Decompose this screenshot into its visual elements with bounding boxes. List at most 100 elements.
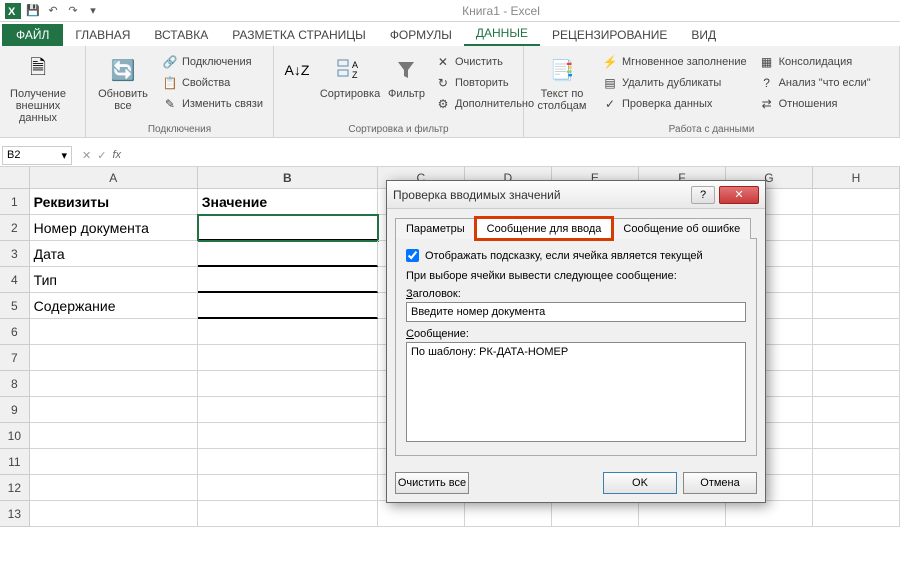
cell[interactable] — [813, 449, 900, 475]
edit-links-button[interactable]: ✎Изменить связи — [158, 94, 267, 114]
properties-button[interactable]: 📋Свойства — [158, 73, 267, 93]
cell-b1[interactable]: Значение — [198, 189, 378, 215]
cell[interactable] — [198, 397, 378, 423]
tab-pagelayout[interactable]: РАЗМЕТКА СТРАНИЦЫ — [220, 24, 378, 46]
cell[interactable] — [813, 241, 900, 267]
cell[interactable] — [198, 501, 378, 527]
cell[interactable] — [726, 501, 813, 527]
cell[interactable] — [813, 189, 900, 215]
whatif-button[interactable]: ?Анализ "что если" — [755, 73, 875, 93]
cell[interactable] — [30, 319, 198, 345]
cell[interactable] — [30, 423, 198, 449]
col-header-b[interactable]: B — [198, 167, 378, 189]
chevron-down-icon[interactable]: ▾ — [61, 149, 67, 162]
cell[interactable] — [30, 345, 198, 371]
col-header-a[interactable]: A — [30, 167, 198, 189]
cell[interactable] — [552, 501, 639, 527]
row-header-8[interactable]: 8 — [0, 371, 30, 397]
row-header-4[interactable]: 4 — [0, 267, 30, 293]
row-header-13[interactable]: 13 — [0, 501, 30, 527]
row-header-11[interactable]: 11 — [0, 449, 30, 475]
tab-home[interactable]: ГЛАВНАЯ — [63, 24, 142, 46]
cell[interactable] — [465, 501, 552, 527]
cancel-button[interactable]: Отмена — [683, 472, 757, 494]
dialog-tab-error[interactable]: Сообщение об ошибке — [612, 218, 751, 239]
cell[interactable] — [813, 215, 900, 241]
cell[interactable] — [30, 475, 198, 501]
connections-button[interactable]: 🔗Подключения — [158, 52, 267, 72]
cell[interactable] — [198, 449, 378, 475]
dialog-title-bar[interactable]: Проверка вводимых значений ? ✕ — [387, 181, 765, 209]
clear-all-button[interactable]: Очистить все — [395, 472, 469, 494]
flash-fill-button[interactable]: ⚡Мгновенное заполнение — [598, 52, 751, 72]
cell-b2[interactable] — [198, 215, 378, 241]
redo-icon[interactable]: ↷ — [64, 2, 82, 20]
header-input[interactable] — [406, 302, 746, 322]
consolidate-button[interactable]: ▦Консолидация — [755, 52, 875, 72]
cell[interactable] — [813, 371, 900, 397]
refresh-all-button[interactable]: 🔄 Обновить все — [92, 52, 154, 114]
cell-a4[interactable]: Тип — [30, 267, 198, 293]
dialog-tab-input-msg[interactable]: Сообщение для ввода — [476, 218, 613, 239]
show-hint-checkbox[interactable]: Отображать подсказку, если ячейка являет… — [406, 249, 746, 262]
cancel-formula-icon[interactable]: ✕ — [82, 149, 91, 162]
show-hint-checkbox-input[interactable] — [406, 249, 419, 262]
cell[interactable] — [30, 449, 198, 475]
cell[interactable] — [30, 371, 198, 397]
cell-a2[interactable]: Номер документа — [30, 215, 198, 241]
row-header-10[interactable]: 10 — [0, 423, 30, 449]
cell[interactable] — [813, 501, 900, 527]
qat-dropdown-icon[interactable]: ▾ — [84, 2, 102, 20]
cell[interactable] — [813, 475, 900, 501]
sort-button[interactable]: AZ Сортировка — [318, 52, 382, 102]
cell[interactable] — [813, 267, 900, 293]
advanced-button[interactable]: ⚙Дополнительно — [431, 94, 538, 114]
tab-review[interactable]: РЕЦЕНЗИРОВАНИЕ — [540, 24, 679, 46]
relationships-button[interactable]: ⇄Отношения — [755, 94, 875, 114]
message-textarea[interactable] — [406, 342, 746, 442]
row-header-1[interactable]: 1 — [0, 189, 30, 215]
tab-data[interactable]: ДАННЫЕ — [464, 22, 540, 46]
select-all-corner[interactable] — [0, 167, 30, 189]
dialog-tab-params[interactable]: Параметры — [395, 218, 476, 239]
filter-button[interactable]: Фильтр — [386, 52, 427, 102]
cell[interactable] — [813, 319, 900, 345]
ok-button[interactable]: OK — [603, 472, 677, 494]
cell[interactable] — [813, 345, 900, 371]
save-icon[interactable]: 💾 — [24, 2, 42, 20]
text-to-columns-button[interactable]: 📑 Текст по столбцам — [530, 52, 594, 114]
row-header-7[interactable]: 7 — [0, 345, 30, 371]
row-header-9[interactable]: 9 — [0, 397, 30, 423]
reapply-button[interactable]: ↻Повторить — [431, 73, 538, 93]
cell[interactable] — [813, 397, 900, 423]
cell[interactable] — [198, 475, 378, 501]
row-header-2[interactable]: 2 — [0, 215, 30, 241]
cell[interactable] — [198, 371, 378, 397]
cell[interactable] — [813, 423, 900, 449]
cell[interactable] — [198, 345, 378, 371]
data-validation-button[interactable]: ✓Проверка данных — [598, 94, 751, 114]
tab-formulas[interactable]: ФОРМУЛЫ — [378, 24, 464, 46]
tab-file[interactable]: ФАЙЛ — [2, 24, 63, 46]
cell-a5[interactable]: Содержание — [30, 293, 198, 319]
cell[interactable] — [813, 293, 900, 319]
undo-icon[interactable]: ↶ — [44, 2, 62, 20]
cell[interactable] — [198, 423, 378, 449]
cell[interactable] — [30, 501, 198, 527]
cell-b4[interactable] — [198, 267, 378, 293]
cell[interactable] — [639, 501, 726, 527]
cell-b5[interactable] — [198, 293, 378, 319]
tab-view[interactable]: ВИД — [679, 24, 728, 46]
clear-filter-button[interactable]: ✕Очистить — [431, 52, 538, 72]
sort-asc-button[interactable]: A↓Z — [280, 52, 314, 88]
tab-insert[interactable]: ВСТАВКА — [142, 24, 220, 46]
row-header-6[interactable]: 6 — [0, 319, 30, 345]
col-header-h[interactable]: H — [813, 167, 900, 189]
cell-a1[interactable]: Реквизиты — [30, 189, 198, 215]
cell[interactable] — [378, 501, 465, 527]
row-header-12[interactable]: 12 — [0, 475, 30, 501]
row-header-5[interactable]: 5 — [0, 293, 30, 319]
cell-b3[interactable] — [198, 241, 378, 267]
dialog-close-button[interactable]: ✕ — [719, 186, 759, 204]
row-header-3[interactable]: 3 — [0, 241, 30, 267]
